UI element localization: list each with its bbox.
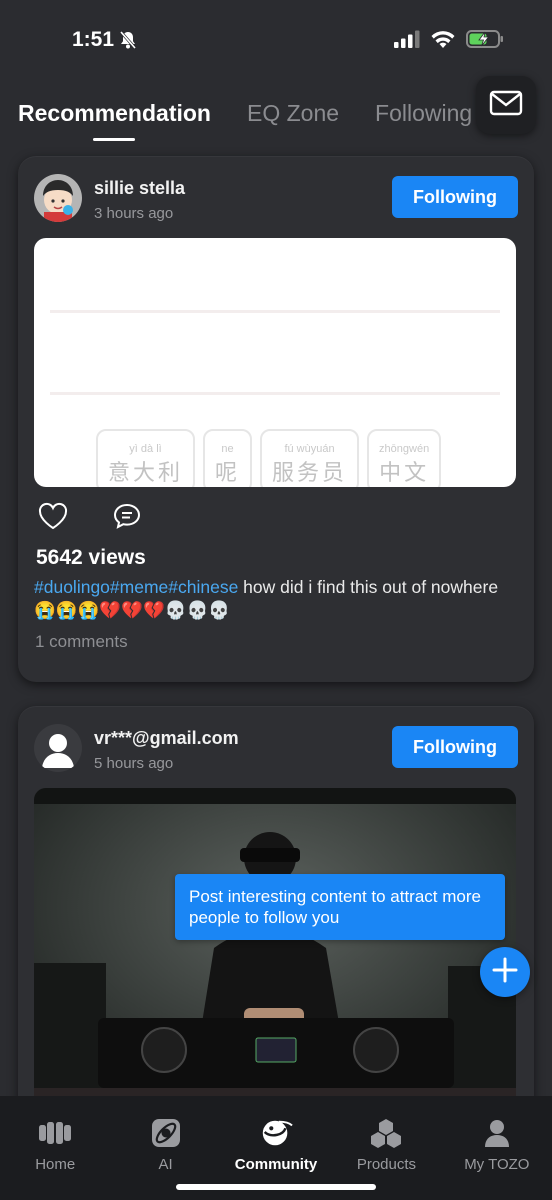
post-caption: #duolingo#meme#chinese how did i find th… [34,576,504,622]
nav-label: Home [35,1156,76,1173]
ai-icon [149,1118,183,1148]
pinyin-chip: ne 呢 [203,429,253,487]
wifi-icon [430,30,456,54]
pinyin-chips: yì dà lì 意大利 ne 呢 fú wùyuán 服务员 zhōngwén 中文 [96,429,442,487]
post-video-thumbnail[interactable] [34,788,516,1126]
post-time: 5 hours ago [94,755,174,772]
post-author[interactable]: sillie stella [94,178,185,199]
comment-bubble-icon[interactable] [112,502,142,535]
nav-label: AI [158,1156,173,1173]
community-icon [259,1118,293,1148]
plus-icon [492,957,518,988]
mail-icon [489,90,523,121]
tab-bar: Recommendation EQ Zone Following [18,88,472,138]
nav-label: Community [234,1156,318,1173]
comments-count[interactable]: 1 comments [35,632,128,652]
signal-icon [394,30,420,53]
view-count: 5642 views [36,546,146,569]
pinyin-chip: yì dà lì 意大利 [96,429,196,487]
following-button[interactable]: Following [392,176,518,218]
pinyin-chip: fú wùyuán 服务员 [260,429,360,487]
products-icon [369,1118,403,1148]
status-icons [394,29,504,54]
hashtags[interactable]: #duolingo#meme#chinese [34,577,238,597]
battery-charging-icon [466,29,504,54]
messages-button[interactable] [476,76,536,134]
create-post-button[interactable] [480,947,530,997]
nav-home[interactable]: Home [0,1096,110,1200]
post-image[interactable]: yì dà lì 意大利 ne 呢 fú wùyuán 服务员 zhōngwén 中文 [34,238,516,487]
avatar[interactable] [34,724,82,772]
nav-label: Products [356,1156,417,1173]
tab-eq-zone[interactable]: EQ Zone [247,100,339,127]
status-time: 1:51 [72,28,115,51]
follow-tip-tooltip: Post interesting content to attract more… [175,874,505,940]
profile-icon [480,1118,514,1148]
divider [50,310,500,313]
silent-bell-icon [118,30,138,55]
home-indicator [176,1184,376,1190]
post-card: sillie stella 3 hours ago Following yì d… [18,156,534,682]
nav-label: My TOZO [464,1156,530,1173]
avatar[interactable] [34,174,82,222]
pinyin-chip: zhōngwén 中文 [367,429,442,487]
tab-recommendation[interactable]: Recommendation [18,100,211,127]
post-author[interactable]: vr***@gmail.com [94,728,239,749]
divider [50,392,500,395]
like-heart-icon[interactable] [38,502,68,535]
home-icon [38,1118,72,1148]
nav-my-tozo[interactable]: My TOZO [442,1096,552,1200]
tab-following[interactable]: Following [375,100,472,127]
post-time: 3 hours ago [94,205,174,222]
following-button[interactable]: Following [392,726,518,768]
post-actions [38,502,142,535]
status-bar: 1:51 [0,0,552,80]
